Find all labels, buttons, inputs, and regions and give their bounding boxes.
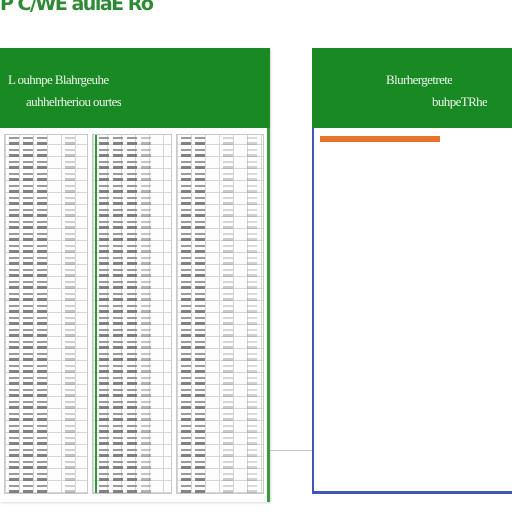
right-document-panel[interactable]: Blurhergetrete buhpeTRhe: [312, 48, 512, 494]
spreadsheet-grid-b[interactable]: [92, 134, 172, 494]
spreadsheet-grid-c[interactable]: [176, 134, 264, 494]
app-title: P C/WE aulaE Ro: [0, 0, 154, 15]
left-header-line-2: auhhelrheriou ourtes: [26, 94, 122, 109]
left-header-line-1: L ouhnpe Blahrgeuhe: [8, 72, 109, 87]
right-panel-header: Blurhergetrete buhpeTRhe: [312, 48, 512, 128]
spreadsheet-grid-a[interactable]: [4, 134, 88, 494]
left-spreadsheet-panel[interactable]: L ouhnpe Blahrgeuhe auhhelrheriou ourtes: [0, 48, 270, 502]
right-selection-highlight: [320, 136, 440, 142]
panel-connector-divider: [270, 450, 312, 451]
right-header-line-1: Blurhergetrete: [386, 72, 453, 87]
right-header-line-2: buhpeTRhe: [432, 94, 488, 109]
left-panel-header: L ouhnpe Blahrgeuhe auhhelrheriou ourtes: [0, 48, 270, 128]
